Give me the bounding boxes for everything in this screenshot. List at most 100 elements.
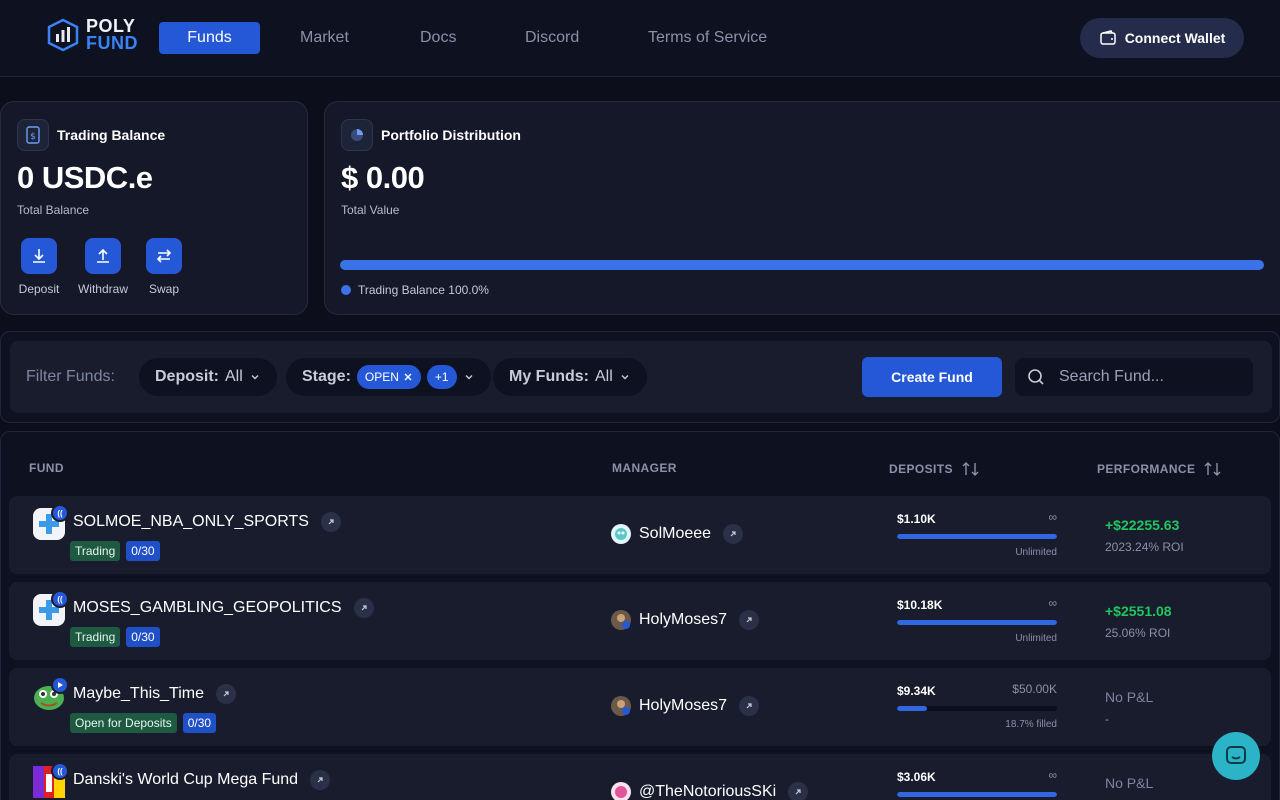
nav-docs[interactable]: Docs (420, 22, 456, 54)
deposit-button[interactable]: Deposit (9, 238, 69, 296)
manager-name: SolMoeee (639, 525, 712, 542)
logo-icon (47, 18, 79, 52)
chevron-down-icon (251, 375, 259, 380)
my-funds-filter-label: My Funds: (509, 368, 589, 385)
portfolio-distribution-bar (340, 260, 1264, 270)
manager-avatar (611, 610, 631, 630)
swap-icon (146, 238, 182, 274)
external-link-icon[interactable] (320, 512, 341, 532)
polymarket-badge-icon: (( (51, 504, 69, 522)
stage-chip-more[interactable]: +1 (426, 365, 457, 389)
trading-balance-amount: 0 USDC.e (17, 160, 153, 195)
polyfund-logo[interactable]: POLY FUND (46, 17, 138, 52)
fund-tags: Open for Deposits 0/30 (70, 713, 217, 733)
pnl-value: No P&L (1105, 775, 1154, 791)
my-funds-filter-dropdown[interactable]: My Funds: All (493, 358, 647, 396)
fund-name[interactable]: Maybe_This_Time (73, 684, 237, 704)
column-header-manager: MANAGER (612, 461, 677, 475)
slots-badge: 0/30 (126, 541, 160, 561)
withdraw-icon (85, 238, 121, 274)
play-badge-icon (51, 676, 69, 694)
status-badge: Trading (70, 627, 121, 647)
manager-link[interactable]: @TheNotoriousSKi (611, 782, 809, 800)
manager-link[interactable]: HolyMoses7 (611, 610, 760, 630)
fund-name[interactable]: MOSES_GAMBLING_GEOPOLITICS (73, 598, 374, 618)
logo-text: POLY FUND (86, 17, 138, 52)
deposit-note: 18.7% filled (1005, 719, 1057, 730)
roi-value: - (1105, 712, 1109, 726)
deposit-filter-value: All (225, 368, 243, 385)
chat-support-button[interactable] (1212, 732, 1260, 780)
nav-funds[interactable]: Funds (159, 22, 260, 54)
fund-tags: Trading 0/30 (70, 627, 160, 647)
status-badge: Open for Deposits (70, 713, 177, 733)
swap-button[interactable]: Swap (134, 238, 194, 296)
search-icon (1028, 369, 1044, 385)
trading-balance-legend-dot (341, 285, 351, 295)
trading-balance-legend-label: Trading Balance 100.0% (358, 283, 489, 297)
status-badge: Trading (70, 541, 121, 561)
deposit-progress-fill (897, 534, 1057, 539)
top-navigation-bar: POLY FUND Funds Market Docs Discord Term… (0, 0, 1280, 77)
svg-text:$: $ (30, 132, 36, 142)
create-fund-button[interactable]: Create Fund (862, 357, 1002, 397)
deposit-progress-fill (897, 620, 1057, 625)
fund-tags: Trading 0/30 (70, 541, 160, 561)
external-link-icon[interactable] (310, 770, 331, 790)
table-row[interactable]: Maybe_This_Time Open for Deposits 0/30 H… (9, 668, 1271, 746)
sort-icon[interactable] (961, 461, 981, 477)
nav-terms-of-service[interactable]: Terms of Service (648, 22, 767, 54)
search-fund-box[interactable] (1015, 358, 1253, 396)
manager-avatar (611, 696, 631, 716)
deposit-filter-label: Deposit: (155, 368, 219, 385)
fund-name[interactable]: Danski's World Cup Mega Fund (73, 770, 331, 790)
search-fund-input[interactable] (1059, 368, 1239, 386)
wallet-icon (1099, 30, 1116, 45)
deposit-cap: ∞ (1048, 596, 1057, 610)
column-header-performance[interactable]: PERFORMANCE (1097, 461, 1223, 477)
deposit-amount: $3.06K (897, 770, 936, 784)
external-link-icon[interactable] (739, 696, 760, 716)
connect-wallet-button[interactable]: Connect Wallet (1080, 18, 1244, 58)
pnl-value: No P&L (1105, 689, 1154, 705)
nav-discord[interactable]: Discord (525, 22, 579, 54)
roi-value: 2023.24% ROI (1105, 540, 1184, 554)
connect-wallet-label: Connect Wallet (1124, 30, 1226, 46)
deposit-amount: $10.18K (897, 598, 943, 612)
filter-funds-label: Filter Funds: (26, 368, 115, 385)
chat-icon (1226, 746, 1246, 764)
withdraw-button[interactable]: Withdraw (73, 238, 133, 296)
external-link-icon[interactable] (739, 610, 760, 630)
roi-value: 25.06% ROI (1105, 626, 1171, 640)
deposit-icon (21, 238, 57, 274)
external-link-icon[interactable] (788, 782, 809, 800)
external-link-icon[interactable] (353, 598, 374, 618)
manager-name: @TheNotoriousSKi (639, 783, 777, 800)
manager-link[interactable]: SolMoeee (611, 524, 744, 544)
pie-chart-icon (341, 119, 373, 151)
deposit-note: Unlimited (1015, 547, 1057, 558)
deposit-filter-dropdown[interactable]: Deposit: All (139, 358, 277, 396)
sort-icon[interactable] (1203, 461, 1223, 477)
trading-balance-title: Trading Balance (57, 127, 166, 143)
column-header-deposits[interactable]: DEPOSITS (889, 461, 981, 477)
manager-name: HolyMoses7 (639, 611, 728, 628)
external-link-icon[interactable] (216, 684, 237, 704)
deposit-progress-bar (897, 620, 1057, 625)
fund-name-text: Danski's World Cup Mega Fund (73, 771, 299, 789)
deposit-progress-bar (897, 706, 1057, 711)
fund-name[interactable]: SOLMOE_NBA_ONLY_SPORTS (73, 512, 341, 532)
manager-link[interactable]: HolyMoses7 (611, 696, 760, 716)
deposit-progress-fill (897, 706, 927, 711)
table-row[interactable]: (( MOSES_GAMBLING_GEOPOLITICS Trading 0/… (9, 582, 1271, 660)
external-link-icon[interactable] (723, 524, 744, 544)
nav-market[interactable]: Market (300, 22, 349, 54)
table-row[interactable]: (( SOLMOE_NBA_ONLY_SPORTS Trading 0/30 S… (9, 496, 1271, 574)
withdraw-label: Withdraw (77, 282, 128, 296)
close-icon[interactable] (403, 372, 413, 382)
portfolio-legend: Trading Balance 100.0% (341, 283, 489, 297)
stage-filter-dropdown[interactable]: Stage: OPEN +1 (286, 358, 491, 396)
deposit-amount: $9.34K (897, 684, 936, 698)
stage-chip-open[interactable]: OPEN (356, 365, 421, 389)
table-row[interactable]: (( Danski's World Cup Mega Fund @TheNoto… (9, 754, 1271, 800)
